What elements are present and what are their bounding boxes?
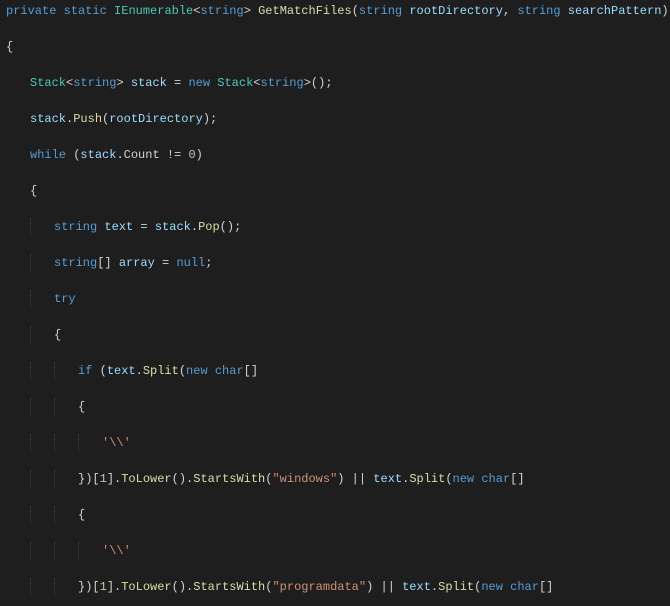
line-brace-open: { <box>6 506 664 524</box>
line-array-decl: string[] array = null; <box>6 254 664 272</box>
line-text-decl: string text = stack.Pop(); <box>6 218 664 236</box>
type-ienumerable: IEnumerable <box>114 4 193 18</box>
line-bs-char: '\\' <box>6 542 664 560</box>
line-brace-open: { <box>6 38 664 56</box>
line-chain-windows: })[1].ToLower().StartsWith("windows") ||… <box>6 470 664 488</box>
line-brace-open: { <box>6 398 664 416</box>
param-searchpattern: searchPattern <box>568 4 662 18</box>
fn-getmatchfiles: GetMatchFiles <box>258 4 352 18</box>
line-try: try <box>6 290 664 308</box>
kw-private: private <box>6 4 56 18</box>
kw-static: static <box>64 4 107 18</box>
line-chain-programdata: })[1].ToLower().StartsWith("programdata"… <box>6 578 664 596</box>
line-brace-open: { <box>6 182 664 200</box>
line-brace-open: { <box>6 326 664 344</box>
code-block: private static IEnumerable<string> GetMa… <box>0 0 670 606</box>
line-stack-decl: Stack<string> stack = new Stack<string>(… <box>6 74 664 92</box>
line-stack-push: stack.Push(rootDirectory); <box>6 110 664 128</box>
param-rootdirectory: rootDirectory <box>409 4 503 18</box>
line-bs-char: '\\' <box>6 434 664 452</box>
line-sig: private static IEnumerable<string> GetMa… <box>6 2 664 20</box>
line-if-head: if (text.Split(new char[] <box>6 362 664 380</box>
line-while: while (stack.Count != 0) <box>6 146 664 164</box>
